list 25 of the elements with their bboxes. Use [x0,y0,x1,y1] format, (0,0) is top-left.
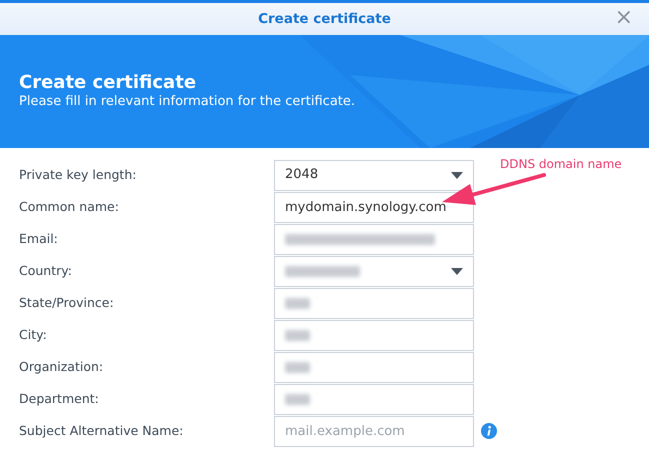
field-label: Organization: [18,358,104,376]
input-field[interactable] [274,320,474,350]
input-field[interactable] [274,384,474,414]
input-field[interactable]: mydomain.synology.com [274,192,474,222]
input-field[interactable] [274,288,474,318]
field-label: Subject Alternative Name: [18,422,184,440]
dropdown[interactable] [274,256,474,286]
field-label: Private key length: [18,166,138,184]
caret-icon [451,268,463,274]
annotation-text: DDNS domain name [500,156,622,173]
info-icon[interactable] [481,423,497,439]
header-subtitle: Please fill in relevant information for the certificate. [19,94,356,110]
dropdown[interactable]: 2048 [274,160,474,190]
field-label: Department: [18,390,100,408]
input-field[interactable]: mail.example.com [274,416,474,446]
field-label: Email: [18,230,59,248]
header-title: Create certificate [19,72,198,94]
input-field[interactable] [274,352,474,382]
caret-icon [451,172,463,178]
field-label: City: [18,326,48,344]
field-label: Country: [18,262,73,280]
window-title: Create certificate [258,10,391,29]
input-field[interactable] [274,224,474,254]
field-label: Common name: [18,198,120,216]
field-label: State/Province: [18,294,115,312]
